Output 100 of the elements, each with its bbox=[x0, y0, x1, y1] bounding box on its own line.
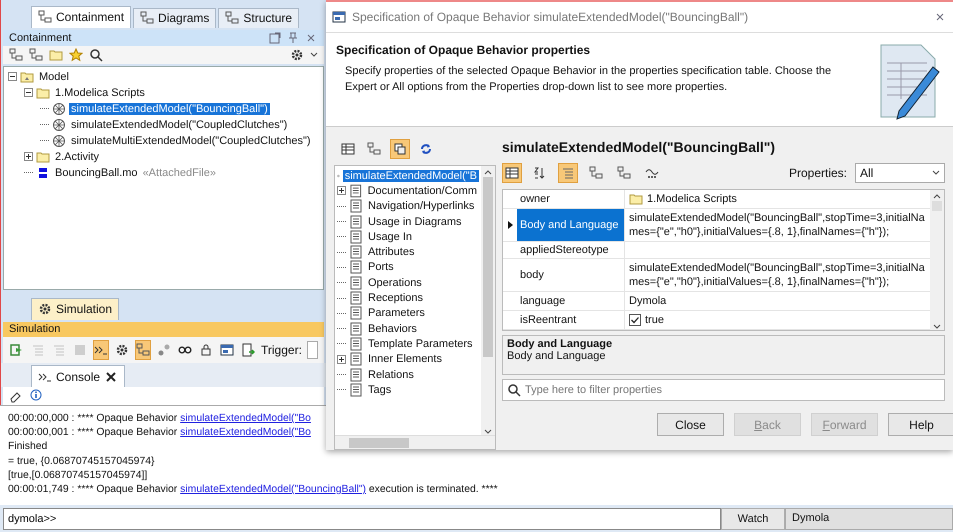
filter-field[interactable]: Type here to filter properties bbox=[502, 379, 945, 401]
tree-item[interactable]: simulateExtendedModel("CoupledClutches") bbox=[69, 118, 290, 131]
scroll-thumb[interactable] bbox=[483, 177, 493, 357]
folder-icon bbox=[36, 150, 50, 164]
lines-icon bbox=[52, 343, 66, 358]
category-item[interactable]: simulateExtendedModel("B bbox=[342, 170, 479, 182]
property-name[interactable]: Body and Language bbox=[517, 209, 625, 241]
category-item[interactable]: Usage In bbox=[366, 230, 414, 243]
tree-item[interactable]: Model bbox=[37, 70, 71, 83]
dialog-button[interactable]: Close bbox=[657, 413, 724, 436]
properties-select[interactable]: All bbox=[855, 163, 945, 183]
page-icon bbox=[349, 306, 363, 320]
tree-icon bbox=[367, 142, 381, 156]
tree-item[interactable]: simulateMultiExtendedModel("CoupledClutches") bbox=[69, 134, 313, 147]
dots-icon bbox=[157, 343, 171, 358]
page-icon bbox=[349, 245, 363, 260]
console-tab[interactable]: Console bbox=[31, 365, 126, 388]
behavior-link[interactable]: simulateExtendedModel("BouncingBall") bbox=[180, 484, 366, 496]
caret-icon bbox=[310, 52, 318, 58]
tree-toggle[interactable] bbox=[24, 88, 33, 98]
browser-tab[interactable]: Diagrams bbox=[133, 8, 216, 28]
console-line: 00:00:00,000 : **** Opaque Behavior simulateExtendedModel("Bo bbox=[8, 412, 311, 426]
copy-icon bbox=[393, 142, 407, 156]
category-item[interactable]: Usage in Diagrams bbox=[366, 216, 464, 228]
header-description: Specify properties of the selected Opaque Behavior in the properties specification table. Choose the Expert or All options from the Properties drop-down list to see more properties. bbox=[344, 64, 832, 95]
row-marker-icon bbox=[508, 221, 512, 229]
tree-button[interactable] bbox=[135, 340, 151, 360]
category-item[interactable]: Template Parameters bbox=[366, 338, 475, 350]
dialog-button[interactable]: Help bbox=[888, 413, 953, 436]
settings-icon bbox=[38, 302, 52, 316]
page-icon bbox=[349, 184, 363, 198]
category-item[interactable]: Parameters bbox=[366, 307, 427, 320]
console-button[interactable] bbox=[93, 340, 109, 360]
table-icon bbox=[341, 142, 355, 156]
pin-icon bbox=[286, 30, 300, 45]
refresh-icon bbox=[419, 142, 433, 156]
vertical-scrollbar[interactable] bbox=[481, 166, 495, 435]
tree-icon bbox=[589, 166, 603, 180]
category-item[interactable]: Attributes bbox=[366, 246, 416, 258]
category-item[interactable]: Relations bbox=[366, 368, 416, 380]
grid-button[interactable] bbox=[502, 163, 522, 183]
browser-tab[interactable]: Structure bbox=[218, 8, 300, 28]
tree-icon bbox=[225, 11, 240, 26]
tree-item[interactable]: BouncingBall.mo bbox=[53, 166, 140, 179]
trigger-field[interactable] bbox=[306, 341, 318, 360]
list-button[interactable] bbox=[558, 163, 578, 183]
category-item[interactable]: Documentation/Comm bbox=[366, 184, 479, 197]
tree-toggle[interactable] bbox=[337, 186, 346, 196]
scroll-thumb[interactable] bbox=[349, 438, 409, 448]
checkbox[interactable] bbox=[629, 314, 641, 326]
dialog-title: Specification of Opaque Behavior simulateExtendedModel("BouncingBall") bbox=[352, 10, 750, 24]
tree-item[interactable]: 2.Activity bbox=[53, 150, 102, 163]
property-name[interactable]: appliedStereotype bbox=[517, 242, 625, 258]
tree-toggle[interactable] bbox=[337, 354, 346, 364]
window-icon bbox=[220, 343, 234, 358]
page-icon bbox=[349, 322, 363, 336]
sort-icon bbox=[533, 166, 547, 180]
app-icon bbox=[332, 10, 346, 24]
category-item[interactable]: Ports bbox=[366, 261, 396, 274]
tree-icon bbox=[140, 11, 154, 26]
horizontal-scrollbar[interactable] bbox=[335, 435, 495, 449]
vertical-scrollbar[interactable] bbox=[930, 190, 944, 330]
lines-icon bbox=[31, 343, 45, 358]
property-value: Dymola bbox=[629, 294, 666, 308]
panel-title: Simulation bbox=[9, 323, 60, 336]
settings-icon bbox=[115, 343, 129, 358]
category-item[interactable]: Receptions bbox=[366, 292, 426, 304]
behavior-link[interactable]: simulateExtendedModel("Bo bbox=[180, 413, 311, 424]
category-item[interactable]: Tags bbox=[366, 384, 394, 396]
page-icon bbox=[349, 336, 363, 351]
tree-toggle[interactable] bbox=[8, 72, 17, 82]
category-item[interactable]: Inner Elements bbox=[366, 353, 444, 366]
element-title: simulateExtendedModel("BouncingBall") bbox=[502, 138, 776, 157]
category-item[interactable]: Operations bbox=[366, 276, 424, 289]
category-item[interactable]: Behaviors bbox=[366, 322, 419, 335]
tree-icon bbox=[617, 166, 631, 180]
category-item[interactable]: Navigation/Hyperlinks bbox=[366, 200, 476, 212]
engine-combo[interactable]: Dymola bbox=[785, 508, 953, 530]
behavior-link[interactable]: simulateExtendedModel("Bo bbox=[180, 427, 311, 438]
caret-icon bbox=[932, 170, 940, 176]
tree-item[interactable]: 1.Modelica Scripts bbox=[53, 86, 147, 99]
caret-icon bbox=[933, 193, 941, 199]
folder-icon bbox=[49, 48, 63, 62]
panel-title: Containment bbox=[9, 32, 72, 44]
command-field[interactable]: dymola>> bbox=[3, 508, 721, 530]
tree-icon bbox=[136, 343, 150, 358]
watch-button[interactable]: Watch bbox=[721, 508, 785, 530]
copy-button[interactable] bbox=[390, 139, 410, 159]
tree-icon bbox=[9, 48, 23, 62]
property-name[interactable]: owner bbox=[517, 190, 625, 208]
stereotype-label: «AttachedFile» bbox=[142, 166, 216, 179]
table-icon bbox=[505, 166, 519, 180]
browser-tab[interactable]: Containment bbox=[31, 6, 132, 28]
folder-icon bbox=[36, 86, 50, 100]
tree-item[interactable]: simulateExtendedModel("BouncingBall") bbox=[69, 102, 270, 115]
simulation-tab[interactable]: Simulation bbox=[31, 298, 120, 320]
lines-icon bbox=[561, 166, 575, 180]
tree-toggle[interactable] bbox=[24, 152, 33, 162]
tree-icon bbox=[29, 48, 43, 62]
page-icon bbox=[349, 199, 363, 214]
